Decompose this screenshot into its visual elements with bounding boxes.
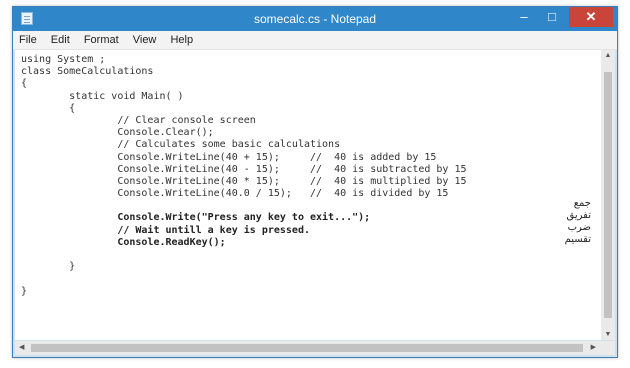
scroll-left-icon[interactable]: ◀ [19, 341, 24, 355]
code-line: { [21, 78, 28, 90]
label-subtract: تفریق [566, 210, 591, 221]
menu-view[interactable]: View [127, 31, 162, 47]
vertical-scrollbar[interactable]: ▲ ▼ [601, 50, 615, 340]
scroll-right-icon[interactable]: ▶ [591, 341, 596, 355]
title-bar[interactable]: somecalc.cs - Notepad – □ ✕ [13, 7, 617, 31]
code-line: Console.WriteLine(40 - 15); // 40 is sub… [21, 163, 467, 175]
code-line: // Wait untill a key is pressed. [21, 224, 310, 236]
notepad-window: somecalc.cs - Notepad – □ ✕ File Edit Fo… [12, 6, 618, 358]
code-line: Console.WriteLine(40.0 / 15); // 40 is d… [21, 188, 449, 200]
code-line: class SomeCalculations [21, 66, 154, 78]
menu-help[interactable]: Help [164, 31, 198, 47]
label-divide: تقسیم [564, 234, 591, 245]
minimize-button[interactable]: – [510, 7, 538, 27]
code-text: using System ; class SomeCalculations{ st… [21, 54, 467, 298]
code-line: // Calculates some basic calculations [21, 139, 341, 151]
code-line: Console.Clear(); [21, 127, 214, 139]
code-line: Console.Write("Press any key to exit..."… [21, 212, 371, 224]
maximize-button[interactable]: □ [538, 7, 566, 27]
horizontal-scrollbar[interactable]: ◀ ▶ [15, 341, 601, 355]
code-line: // Clear console screen [21, 114, 256, 126]
menu-edit[interactable]: Edit [45, 31, 75, 47]
code-line: Console.WriteLine(40 + 15); // 40 is add… [21, 151, 437, 163]
code-line: { [21, 102, 76, 114]
label-multiply: ضرب [567, 222, 591, 233]
scrollbar-corner [601, 341, 615, 355]
code-line: Console.WriteLine(40 * 15); // 40 is mul… [21, 175, 467, 187]
text-editor[interactable]: using System ; class SomeCalculations{ st… [15, 50, 601, 340]
menu-file[interactable]: File [13, 31, 42, 47]
close-button[interactable]: ✕ [569, 7, 613, 27]
code-line: } [21, 261, 76, 273]
code-line: Console.ReadKey(); [21, 236, 226, 248]
vertical-scroll-thumb[interactable] [604, 72, 612, 318]
menu-bar: File Edit Format View Help [13, 31, 617, 50]
menu-format[interactable]: Format [78, 31, 124, 47]
code-line: static void Main( ) [21, 90, 184, 102]
scroll-up-icon[interactable]: ▲ [601, 52, 615, 59]
code-line: } [21, 285, 28, 297]
code-line: using System ; [21, 54, 106, 65]
scroll-down-icon[interactable]: ▼ [601, 331, 615, 338]
label-add: جمع [573, 198, 591, 209]
horizontal-scroll-thumb[interactable] [31, 344, 583, 352]
